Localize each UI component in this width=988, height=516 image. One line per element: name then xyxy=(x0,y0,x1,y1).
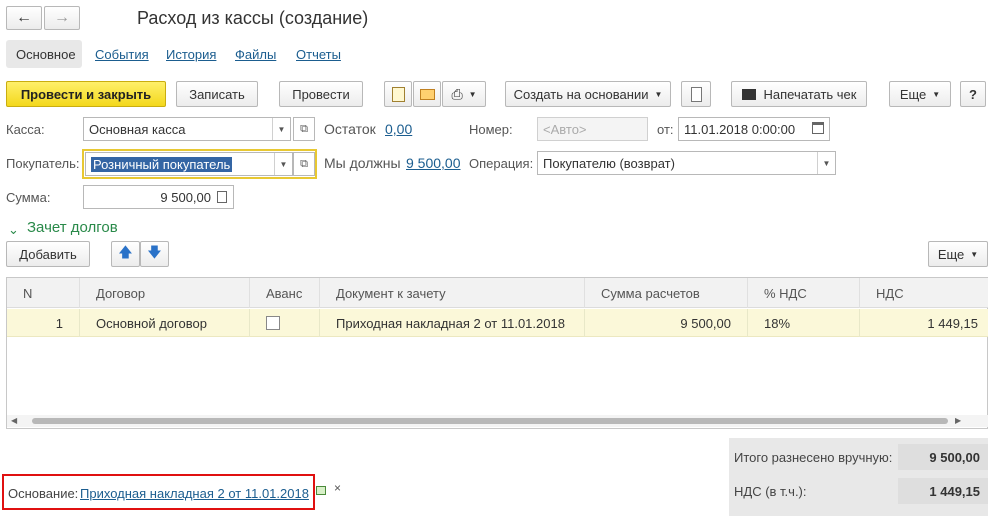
print-button[interactable]: ⎙ ▼ xyxy=(442,81,486,107)
report-button[interactable] xyxy=(681,81,711,107)
more-label: Еще xyxy=(899,86,927,102)
col-header-n[interactable]: N xyxy=(7,278,80,308)
basis-label: Основание: xyxy=(8,486,79,501)
table-more-label: Еще xyxy=(937,246,965,262)
add-row-button[interactable]: Добавить xyxy=(6,241,90,267)
we-owe-label: Мы должны xyxy=(324,155,401,171)
arrow-up-icon: 🡅 xyxy=(118,244,133,260)
cell-amount[interactable]: 9 500,00 xyxy=(585,309,748,337)
scroll-left-icon[interactable]: ◀ xyxy=(11,416,17,425)
date-label: от: xyxy=(657,122,674,137)
printer-icon: ⎙ xyxy=(451,85,463,102)
document-clock-icon xyxy=(391,86,405,102)
report-icon xyxy=(690,86,702,102)
date-value: 11.01.2018 0:00:00 xyxy=(684,121,796,137)
col-header-vat[interactable]: НДС xyxy=(860,278,988,308)
cell-advance[interactable] xyxy=(250,309,320,337)
save-button[interactable]: Записать xyxy=(176,81,258,107)
vat-total-value: 1 449,15 xyxy=(898,478,988,504)
vat-total-label: НДС (в т.ч.): xyxy=(734,484,807,499)
buyer-label: Покупатель: xyxy=(6,156,80,171)
cell-contract[interactable]: Основной договор xyxy=(80,309,250,337)
col-header-document[interactable]: Документ к зачету xyxy=(320,278,585,308)
manual-total-label: Итого разнесено вручную: xyxy=(734,450,893,465)
chevron-down-icon[interactable]: ▼ xyxy=(274,153,292,175)
create-based-on-label: Создать на основании xyxy=(513,86,649,102)
chevron-down-icon[interactable]: ▼ xyxy=(272,118,290,140)
balance-label: Остаток xyxy=(324,121,376,137)
scroll-thumb[interactable] xyxy=(32,418,948,424)
buyer-value: Розничный покупатель xyxy=(91,156,233,172)
chevron-down-icon: ▼ xyxy=(654,89,663,99)
cell-document[interactable]: Приходная накладная 2 от 11.01.2018 xyxy=(320,309,585,337)
operation-field[interactable]: Покупателю (возврат) xyxy=(537,151,836,175)
operation-label: Операция: xyxy=(469,156,534,171)
tab-history[interactable]: История xyxy=(166,47,216,62)
col-header-amount[interactable]: Сумма расчетов xyxy=(585,278,748,308)
number-placeholder: <Авто> xyxy=(543,121,587,137)
debts-section-title[interactable]: Зачет долгов xyxy=(27,219,118,236)
select-basis-icon[interactable] xyxy=(316,486,326,495)
kassa-label: Касса: xyxy=(6,122,45,137)
chevron-down-icon: ▼ xyxy=(970,249,979,259)
cash-register-icon xyxy=(741,88,756,100)
print-receipt-label: Напечатать чек xyxy=(763,86,857,102)
post-and-close-button[interactable]: Провести и закрыть xyxy=(6,81,166,107)
kassa-field[interactable]: Основная касса xyxy=(83,117,291,141)
sum-value: 9 500,00 xyxy=(160,189,211,205)
post-button[interactable]: Провести xyxy=(279,81,363,107)
back-button[interactable]: ← xyxy=(6,6,42,30)
more-button[interactable]: Еще ▼ xyxy=(889,81,951,107)
open-icon: ⧉ xyxy=(300,157,308,170)
advance-checkbox[interactable] xyxy=(266,316,280,330)
open-buyer-button[interactable]: ⧉ xyxy=(293,152,315,176)
tab-events[interactable]: События xyxy=(95,47,149,62)
calendar-icon[interactable] xyxy=(812,122,824,134)
balance-value-link[interactable]: 0,00 xyxy=(385,121,412,137)
arrow-left-icon: ← xyxy=(16,9,32,26)
open-icon: ⧉ xyxy=(300,122,308,135)
basis-document-link[interactable]: Приходная накладная 2 от 11.01.2018 xyxy=(80,486,309,501)
scroll-right-icon[interactable]: ▶ xyxy=(955,416,961,425)
number-label: Номер: xyxy=(469,122,513,137)
col-header-advance[interactable]: Аванс xyxy=(250,278,320,308)
operation-value: Покупателю (возврат) xyxy=(543,155,675,171)
kassa-value: Основная касса xyxy=(89,121,186,137)
envelope-icon xyxy=(419,88,435,100)
col-header-contract[interactable]: Договор xyxy=(80,278,250,308)
forward-button[interactable]: → xyxy=(44,6,80,30)
arrow-down-icon: 🡇 xyxy=(147,244,162,260)
cell-n: 1 xyxy=(7,309,80,337)
sum-label: Сумма: xyxy=(6,190,51,205)
chevron-down-icon: ▼ xyxy=(468,89,477,99)
cell-vat[interactable]: 1 449,15 xyxy=(860,309,988,337)
col-header-vat-rate[interactable]: % НДС xyxy=(748,278,860,308)
date-field[interactable]: 11.01.2018 0:00:00 xyxy=(678,117,830,141)
tab-main[interactable]: Основное xyxy=(16,47,76,62)
calculator-icon[interactable] xyxy=(217,191,227,203)
move-up-button[interactable]: 🡅 xyxy=(111,241,140,267)
chevron-down-icon[interactable]: ▼ xyxy=(817,152,835,174)
sum-field[interactable]: 9 500,00 xyxy=(83,185,234,209)
move-down-button[interactable]: 🡇 xyxy=(140,241,169,267)
clear-basis-icon[interactable]: × xyxy=(334,481,341,495)
we-owe-value-link[interactable]: 9 500,00 xyxy=(406,155,461,171)
create-based-on-button[interactable]: Создать на основании ▼ xyxy=(505,81,671,107)
cell-vat-rate[interactable]: 18% xyxy=(748,309,860,337)
tab-files[interactable]: Файлы xyxy=(235,47,276,62)
print-receipt-button[interactable]: Напечатать чек xyxy=(731,81,867,107)
manual-total-value: 9 500,00 xyxy=(898,444,988,470)
buyer-field[interactable]: Розничный покупатель xyxy=(85,152,293,176)
tab-reports[interactable]: Отчеты xyxy=(296,47,341,62)
chevron-down-icon[interactable]: ⌄ xyxy=(8,222,19,238)
help-button[interactable]: ? xyxy=(960,81,986,107)
open-kassa-button[interactable]: ⧉ xyxy=(293,117,315,141)
arrow-right-icon: → xyxy=(54,9,70,26)
table-more-button[interactable]: Еще ▼ xyxy=(928,241,988,267)
page-title: Расход из кассы (создание) xyxy=(137,8,369,28)
structure-button[interactable] xyxy=(384,81,412,107)
email-button[interactable] xyxy=(413,81,441,107)
number-field[interactable]: <Авто> xyxy=(537,117,648,141)
chevron-down-icon: ▼ xyxy=(932,89,941,99)
